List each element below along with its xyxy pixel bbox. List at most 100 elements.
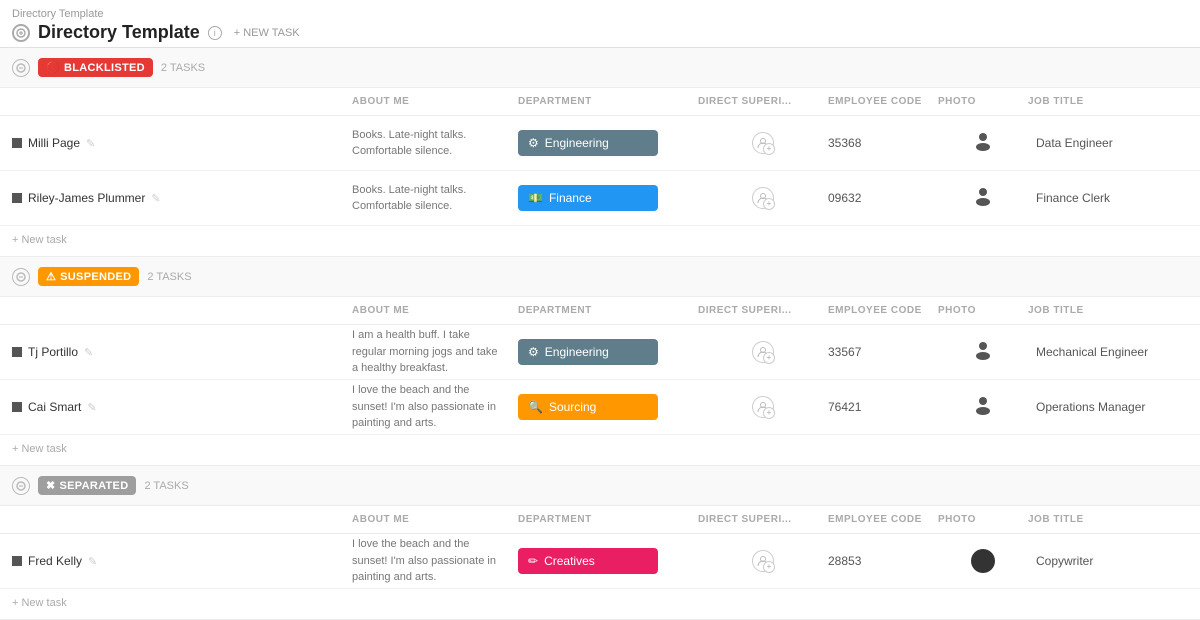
edit-icon-blacklisted-0[interactable]: ✎ [86, 137, 95, 150]
collapse-icon-separated[interactable] [12, 477, 30, 495]
dept-badge-suspended-1[interactable]: 🔍 Sourcing [518, 394, 658, 420]
edit-icon-suspended-1[interactable]: ✎ [87, 401, 96, 414]
edit-icon-separated-0[interactable]: ✎ [88, 555, 97, 568]
name-cell-suspended-1: Cai Smart ✎ [12, 390, 352, 424]
row-name-blacklisted-1: Riley-James Plummer [28, 191, 145, 205]
name-cell-blacklisted-1: Riley-James Plummer ✎ [12, 181, 352, 215]
dept-cell-separated-0: ✏ Creatives [518, 544, 698, 578]
info-icon[interactable]: i [208, 26, 222, 40]
col-header-separated-2: DEPARTMENT [518, 510, 698, 529]
task-count-suspended: 2 TASKS [147, 271, 191, 283]
section-header-blacklisted: 🚫 BLACKLISTED 2 TASKS [0, 48, 1200, 88]
app-header: Directory Template Directory Template i … [0, 0, 1200, 48]
supervisor-icon-blacklisted-1[interactable] [752, 187, 774, 209]
table-row: Tj Portillo ✎ I am a health buff. I take… [0, 325, 1200, 380]
photo-cell-blacklisted-0 [938, 129, 1028, 157]
supervisor-cell-suspended-0[interactable] [698, 341, 828, 363]
dept-emoji-suspended-1: 🔍 [528, 400, 543, 414]
collapse-title-icon[interactable] [12, 24, 30, 42]
col-header-blacklisted-3: DIRECT SUPERI... [698, 92, 828, 111]
new-task-row-suspended: + New task [0, 435, 1200, 466]
dept-cell-blacklisted-0: ⚙ Engineering [518, 126, 698, 160]
dept-label-suspended-1: Sourcing [549, 400, 596, 414]
dept-label-separated-0: Creatives [544, 554, 595, 568]
col-header-blacklisted-0 [12, 92, 352, 111]
edit-icon-blacklisted-1[interactable]: ✎ [151, 192, 160, 205]
section-separated: ✖ SEPARATED 2 TASKS ABOUT MEDEPARTMENTDI… [0, 466, 1200, 620]
avatar-suspended-0 [972, 338, 994, 366]
row-checkbox-blacklisted-1[interactable] [12, 193, 22, 203]
badge-label-separated: SEPARATED [60, 480, 129, 492]
supervisor-icon-suspended-1[interactable] [752, 396, 774, 418]
col-header-blacklisted-4: EMPLOYEE CODE [828, 92, 938, 111]
supervisor-cell-blacklisted-0[interactable] [698, 132, 828, 154]
table-row: Milli Page ✎ Books. Late-night talks. Co… [0, 116, 1200, 171]
new-task-link-suspended[interactable]: + New task [12, 443, 67, 455]
status-badge-separated: ✖ SEPARATED [38, 476, 136, 495]
col-header-suspended-4: EMPLOYEE CODE [828, 301, 938, 320]
avatar-blacklisted-1 [972, 184, 994, 212]
emp-code-cell-blacklisted-1: 09632 [828, 191, 938, 205]
row-checkbox-blacklisted-0[interactable] [12, 138, 22, 148]
about-cell-separated-0: I love the beach and the sunset! I'm als… [352, 536, 518, 586]
row-name-suspended-0: Tj Portillo [28, 345, 78, 359]
row-checkbox-separated-0[interactable] [12, 556, 22, 566]
supervisor-icon-separated-0[interactable] [752, 550, 774, 572]
dept-emoji-blacklisted-0: ⚙ [528, 136, 539, 150]
supervisor-cell-separated-0[interactable] [698, 550, 828, 572]
badge-emoji-separated: ✖ [46, 479, 56, 492]
job-title-cell-suspended-1: Operations Manager [1028, 400, 1188, 414]
col-header-suspended-6: JOB TITLE [1028, 301, 1188, 320]
table-row: Fred Kelly ✎ I love the beach and the su… [0, 534, 1200, 589]
col-header-separated-0 [12, 510, 352, 529]
photo-cell-suspended-1 [938, 393, 1028, 421]
row-checkbox-suspended-0[interactable] [12, 347, 22, 357]
supervisor-cell-suspended-1[interactable] [698, 396, 828, 418]
new-task-row-blacklisted: + New task [0, 226, 1200, 257]
row-name-suspended-1: Cai Smart [28, 400, 81, 414]
dept-label-blacklisted-1: Finance [549, 191, 592, 205]
dept-badge-blacklisted-1[interactable]: 💵 Finance [518, 185, 658, 211]
task-count-separated: 2 TASKS [144, 480, 188, 492]
dept-badge-suspended-0[interactable]: ⚙ Engineering [518, 339, 658, 365]
dept-emoji-suspended-0: ⚙ [528, 345, 539, 359]
section-blacklisted: 🚫 BLACKLISTED 2 TASKS ABOUT MEDEPARTMENT… [0, 48, 1200, 257]
dept-badge-blacklisted-0[interactable]: ⚙ Engineering [518, 130, 658, 156]
job-title-cell-blacklisted-0: Data Engineer [1028, 136, 1188, 150]
table-row: Riley-James Plummer ✎ Books. Late-night … [0, 171, 1200, 226]
table-row: Cai Smart ✎ I love the beach and the sun… [0, 380, 1200, 435]
col-header-suspended-3: DIRECT SUPERI... [698, 301, 828, 320]
supervisor-cell-blacklisted-1[interactable] [698, 187, 828, 209]
dept-badge-separated-0[interactable]: ✏ Creatives [518, 548, 658, 574]
section-header-suspended: ⚠ SUSPENDED 2 TASKS [0, 257, 1200, 297]
dept-label-blacklisted-0: Engineering [545, 136, 609, 150]
supervisor-icon-suspended-0[interactable] [752, 341, 774, 363]
status-badge-blacklisted: 🚫 BLACKLISTED [38, 58, 153, 77]
edit-icon-suspended-0[interactable]: ✎ [84, 346, 93, 359]
job-title-cell-separated-0: Copywriter [1028, 554, 1188, 568]
row-name-blacklisted-0: Milli Page [28, 136, 80, 150]
col-header-separated-6: JOB TITLE [1028, 510, 1188, 529]
collapse-icon-blacklisted[interactable] [12, 59, 30, 77]
col-header-suspended-1: ABOUT ME [352, 301, 518, 320]
dept-cell-blacklisted-1: 💵 Finance [518, 181, 698, 215]
row-checkbox-suspended-1[interactable] [12, 402, 22, 412]
name-cell-separated-0: Fred Kelly ✎ [12, 544, 352, 578]
about-cell-blacklisted-0: Books. Late-night talks. Comfortable sil… [352, 127, 518, 160]
new-task-link-blacklisted[interactable]: + New task [12, 234, 67, 246]
badge-label-suspended: SUSPENDED [60, 271, 131, 283]
page-title: Directory Template [38, 22, 200, 43]
col-header-separated-5: PHOTO [938, 510, 1028, 529]
name-cell-blacklisted-0: Milli Page ✎ [12, 126, 352, 160]
collapse-icon-suspended[interactable] [12, 268, 30, 286]
supervisor-icon-blacklisted-0[interactable] [752, 132, 774, 154]
col-header-blacklisted-5: PHOTO [938, 92, 1028, 111]
new-task-link-separated[interactable]: + New task [12, 597, 67, 609]
new-task-button[interactable]: + NEW TASK [234, 27, 300, 39]
dept-cell-suspended-0: ⚙ Engineering [518, 335, 698, 369]
job-title-cell-suspended-0: Mechanical Engineer [1028, 345, 1188, 359]
about-cell-blacklisted-1: Books. Late-night talks. Comfortable sil… [352, 182, 518, 215]
col-header-separated-1: ABOUT ME [352, 510, 518, 529]
col-header-separated-4: EMPLOYEE CODE [828, 510, 938, 529]
status-badge-suspended: ⚠ SUSPENDED [38, 267, 139, 286]
